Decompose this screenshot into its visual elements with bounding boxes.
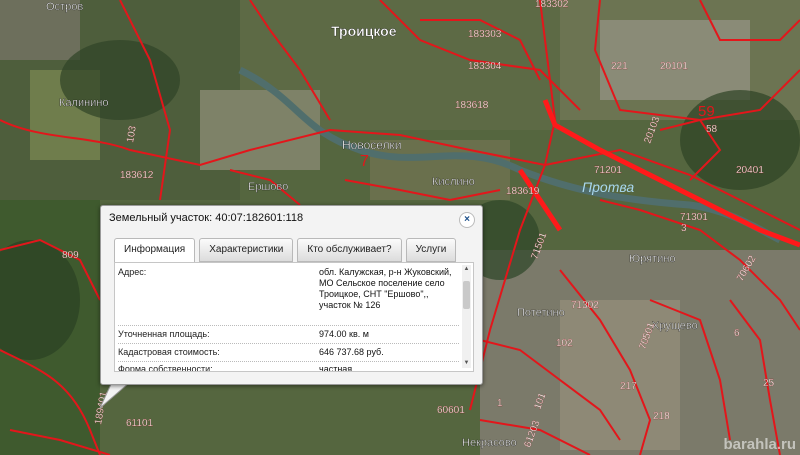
parcel-label: 183302 (535, 0, 569, 10)
place-kislino: Кислино (432, 176, 475, 188)
area-value: 974.00 кв. м (319, 329, 369, 339)
place-ostrov: Остров (46, 1, 83, 13)
parcel-label: 20101 (660, 61, 688, 72)
parcel-label: 183304 (468, 61, 502, 72)
parcel-label: 20401 (736, 165, 764, 176)
row-divider (118, 343, 459, 344)
parcel-label: 59 (698, 103, 715, 120)
scrollbar[interactable]: ▲ ▼ (462, 265, 471, 368)
area-label: Уточненная площадь: (118, 329, 210, 339)
tab-information[interactable]: Информация (114, 238, 196, 263)
address-value: обл. Калужская, р-н Жуковский, МО Сельск… (319, 267, 452, 310)
popup-tabs: Информация Характеристики Кто обслуживае… (114, 238, 457, 263)
cadastral-cost-label: Кадастровая стоимость: (118, 347, 220, 357)
parcel-label: 71301 (680, 212, 708, 223)
address-label: Адрес: (118, 267, 147, 277)
cadastral-cost-value: 646 737.68 руб. (319, 347, 384, 357)
row-divider (118, 361, 459, 362)
parcel-label: 183303 (468, 29, 502, 40)
close-icon[interactable]: × (459, 212, 475, 228)
scroll-up-icon[interactable]: ▲ (462, 265, 471, 274)
parcel-label: 183618 (455, 100, 489, 111)
novoselki-number: 7 (360, 153, 369, 170)
place-ershovo: Ершово (248, 181, 288, 193)
parcel-label: 809 (62, 250, 79, 261)
parcel-label: 60601 (437, 405, 465, 416)
parcel-label: 25 (763, 378, 775, 389)
parcel-label: 6 (734, 328, 740, 339)
popup-title: Земельный участок: 40:07:182601:118 (109, 212, 304, 224)
ownership-label: Форма собственности: (118, 364, 213, 372)
row-divider (118, 325, 459, 326)
tab-services[interactable]: Услуги (405, 238, 457, 262)
place-troitskoe: Троицкое (331, 23, 397, 39)
parcel-info-popup: Земельный участок: 40:07:182601:118 × Ин… (100, 205, 483, 385)
parcel-label: 102 (556, 338, 573, 349)
place-kalinino: Калинино (59, 97, 109, 109)
info-panel: Адрес: обл. Калужская, р-н Жуковский, МО… (114, 262, 474, 372)
river-label: Протва (582, 179, 634, 195)
parcel-label: 183612 (120, 170, 154, 181)
scroll-down-icon[interactable]: ▼ (462, 359, 471, 368)
parcel-label: 221 (611, 61, 628, 72)
parcel-label: 183619 (506, 186, 540, 197)
watermark: barahla.ru (723, 436, 796, 453)
place-novoselki: Новоселки (342, 138, 401, 152)
parcel-label: 3 (681, 223, 687, 234)
parcel-label: 1 (497, 398, 503, 409)
parcel-label: 217 (620, 381, 637, 392)
tab-characteristics[interactable]: Характеристики (199, 238, 294, 262)
tab-who-serves[interactable]: Кто обслуживает? (297, 238, 402, 262)
parcel-label: 71302 (571, 300, 599, 311)
place-yuryatino: Юрятино (629, 253, 675, 265)
place-nekrasovo: Некрасово (462, 437, 517, 449)
place-khrushchevo: Хрущево (652, 320, 698, 332)
parcel-label: 71201 (594, 165, 622, 176)
scroll-thumb[interactable] (463, 281, 470, 309)
parcel-label: 61101 (126, 418, 154, 429)
place-potetino: Потетино (517, 307, 565, 319)
parcel-label: 218 (653, 411, 670, 422)
ownership-value: частная (319, 364, 353, 372)
parcel-label: 58 (706, 124, 718, 135)
